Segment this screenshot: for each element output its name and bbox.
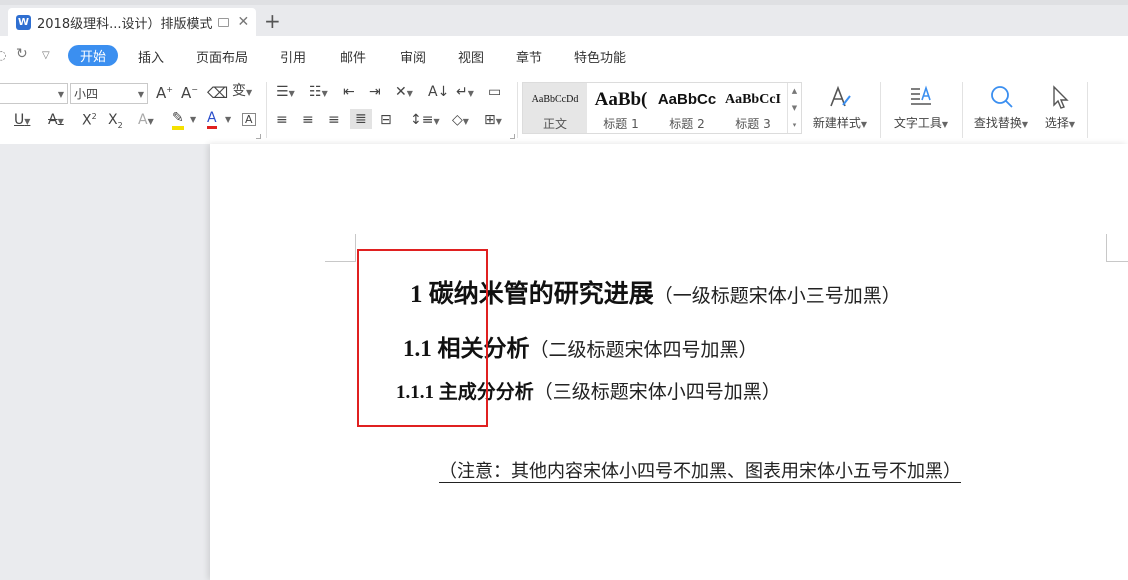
heading-2-note: （二级标题宋体四号加黑） — [529, 340, 758, 361]
heading-3-note: （三级标题宋体小四号加黑） — [533, 382, 781, 403]
close-tab-icon[interactable]: ✕ — [237, 15, 249, 29]
divider — [880, 82, 881, 138]
menu-tab-references[interactable]: 引用 — [280, 47, 306, 66]
phonetic-guide-icon[interactable]: 变▼ — [232, 84, 252, 98]
heading-1-note: （一级标题宋体小三号加黑） — [653, 286, 901, 307]
divider — [1087, 82, 1088, 138]
decrease-indent-icon[interactable]: ⇤ — [343, 85, 355, 99]
underline-icon[interactable]: U▼ — [14, 113, 30, 127]
font-color-dropdown-icon[interactable]: ▼ — [225, 116, 231, 124]
subscript-icon[interactable]: X2 — [108, 113, 123, 130]
char-border-icon[interactable]: A — [242, 113, 256, 126]
increase-indent-icon[interactable]: ⇥ — [369, 85, 381, 99]
highlight-icon[interactable]: ✎ — [172, 111, 184, 130]
style-normal[interactable]: AaBbCcDd 正文 — [523, 83, 587, 133]
font-size-value: 小四 — [74, 87, 99, 101]
find-replace-label: 查找替换 — [973, 116, 1022, 130]
style-heading-3[interactable]: AaBbCcI 标题 3 — [721, 83, 785, 133]
menu-tab-special-features[interactable]: 特色功能 — [574, 47, 626, 66]
chevron-down-icon[interactable]: ▼ — [792, 104, 797, 112]
shading-icon[interactable]: ◇▼ — [452, 113, 469, 127]
font-color-icon[interactable]: A — [207, 111, 217, 129]
chevron-up-icon[interactable]: ▲ — [792, 87, 797, 95]
menu-tab-view[interactable]: 视图 — [458, 47, 484, 66]
strikethrough-icon[interactable]: A▼ — [48, 113, 64, 127]
text-effect-icon[interactable]: A▼ — [138, 113, 154, 127]
font-dialog-launcher[interactable] — [256, 134, 261, 139]
formatting-note[interactable]: （注意：其他内容宋体小四号不加黑、图表用宋体小五号不加黑） — [439, 457, 961, 483]
align-center-icon[interactable]: ≡ — [302, 113, 314, 127]
paragraph-dialog-launcher[interactable] — [510, 134, 515, 139]
highlight-dropdown-icon[interactable]: ▼ — [190, 116, 196, 124]
document-workspace[interactable]: 1 碳纳米管的研究进展（一级标题宋体小三号加黑） 1.1 相关分析（二级标题宋体… — [0, 144, 1128, 580]
select-button[interactable]: 选择▼ — [1040, 84, 1080, 131]
wps-writer-window: W 2018级理科...设计）排版模式 ✕ + ◌ ↻ ▽ 开始 插入 页面布局… — [0, 0, 1128, 580]
align-left-icon[interactable]: ≡ — [276, 113, 288, 127]
new-style-icon — [830, 85, 851, 107]
redo-icon[interactable]: ↻ — [16, 46, 28, 62]
line-spacing-icon[interactable]: ↕≡▼ — [410, 113, 440, 127]
text-tools-button[interactable]: 文字工具▼ — [890, 84, 952, 131]
borders-icon[interactable]: ⊞▼ — [484, 113, 502, 127]
find-replace-button[interactable]: 查找替换▼ — [970, 84, 1032, 131]
new-style-label: 新建样式 — [812, 116, 861, 130]
quick-access-dropdown-icon[interactable]: ▽ — [42, 50, 50, 61]
menu-tab-insert[interactable]: 插入 — [138, 47, 164, 66]
menu-tab-page-layout[interactable]: 页面布局 — [196, 47, 248, 66]
font-size-combo[interactable]: 小四 ▼ — [70, 83, 148, 104]
undo-icon[interactable]: ◌ — [0, 48, 6, 62]
bullets-icon[interactable]: ☰▼ — [276, 85, 295, 99]
table-grid-icon[interactable]: ▭ — [488, 85, 501, 99]
text-tools-label: 文字工具 — [893, 116, 942, 130]
sort-icon[interactable]: A↓ — [428, 85, 449, 99]
clear-format-icon[interactable]: ⌫ — [207, 86, 228, 101]
chinese-layout-icon[interactable]: ✕▼ — [395, 85, 413, 99]
tab-bar: W 2018级理科...设计）排版模式 ✕ + — [0, 0, 1128, 36]
expand-gallery-icon[interactable]: ▾ — [793, 121, 797, 129]
justify-icon[interactable]: ≣ — [350, 109, 372, 129]
search-icon — [991, 86, 1013, 108]
divider — [962, 82, 963, 138]
divider — [517, 82, 518, 138]
distributed-icon[interactable]: ⊟ — [380, 113, 392, 127]
menu-bar: ◌ ↻ ▽ 开始 插入 页面布局 引用 邮件 审阅 视图 章节 特色功能 — [0, 36, 1128, 76]
cursor-arrow-icon — [1053, 85, 1069, 109]
menu-tab-sections[interactable]: 章节 — [516, 47, 542, 66]
superscript-icon[interactable]: X2 — [82, 113, 97, 128]
styles-scrollbar[interactable]: ▲ ▼ ▾ — [787, 83, 801, 133]
menu-tab-home[interactable]: 开始 — [68, 45, 118, 66]
style-heading-1[interactable]: AaBb( 标题 1 — [589, 83, 653, 133]
styles-gallery: AaBbCcDd 正文 AaBb( 标题 1 AaBbCc 标题 2 AaBbC… — [522, 82, 802, 134]
style-heading-2[interactable]: AaBbCc 标题 2 — [655, 83, 719, 133]
font-name-combo[interactable]: ▼ — [0, 83, 68, 104]
divider — [266, 82, 267, 138]
red-highlight-box — [357, 249, 488, 427]
wps-writer-icon: W — [16, 14, 31, 30]
document-tab-title: 2018级理科...设计）排版模式 — [37, 16, 213, 32]
tab-window-icon[interactable] — [218, 17, 230, 27]
grow-font-icon[interactable]: A+ — [156, 86, 173, 101]
ribbon: ▼ 小四 ▼ A+ A− ⌫ 变▼ U▼ A▼ X2 X2 A▼ ✎ ▼ A ▼… — [0, 76, 1128, 144]
menu-tab-mailings[interactable]: 邮件 — [340, 47, 366, 66]
document-tab[interactable]: W 2018级理科...设计）排版模式 ✕ — [8, 8, 256, 36]
numbering-icon[interactable]: ☷▼ — [309, 85, 328, 99]
select-label: 选择 — [1044, 116, 1069, 130]
menu-tab-review[interactable]: 审阅 — [400, 47, 426, 66]
document-page[interactable]: 1 碳纳米管的研究进展（一级标题宋体小三号加黑） 1.1 相关分析（二级标题宋体… — [210, 144, 1128, 580]
shrink-font-icon[interactable]: A− — [181, 86, 198, 101]
margin-mark-top-right — [1106, 261, 1128, 262]
new-tab-button[interactable]: + — [264, 11, 281, 31]
chevron-down-icon: ▼ — [57, 90, 64, 99]
margin-mark-top-right — [1106, 234, 1107, 261]
align-right-icon[interactable]: ≡ — [328, 113, 340, 127]
show-marks-icon[interactable]: ↵▼ — [456, 85, 474, 99]
margin-mark-top-left — [355, 234, 356, 261]
margin-mark-top-left — [325, 261, 356, 262]
chevron-down-icon: ▼ — [137, 90, 144, 99]
new-style-button[interactable]: 新建样式▼ — [810, 84, 870, 131]
text-tools-icon — [911, 85, 931, 105]
